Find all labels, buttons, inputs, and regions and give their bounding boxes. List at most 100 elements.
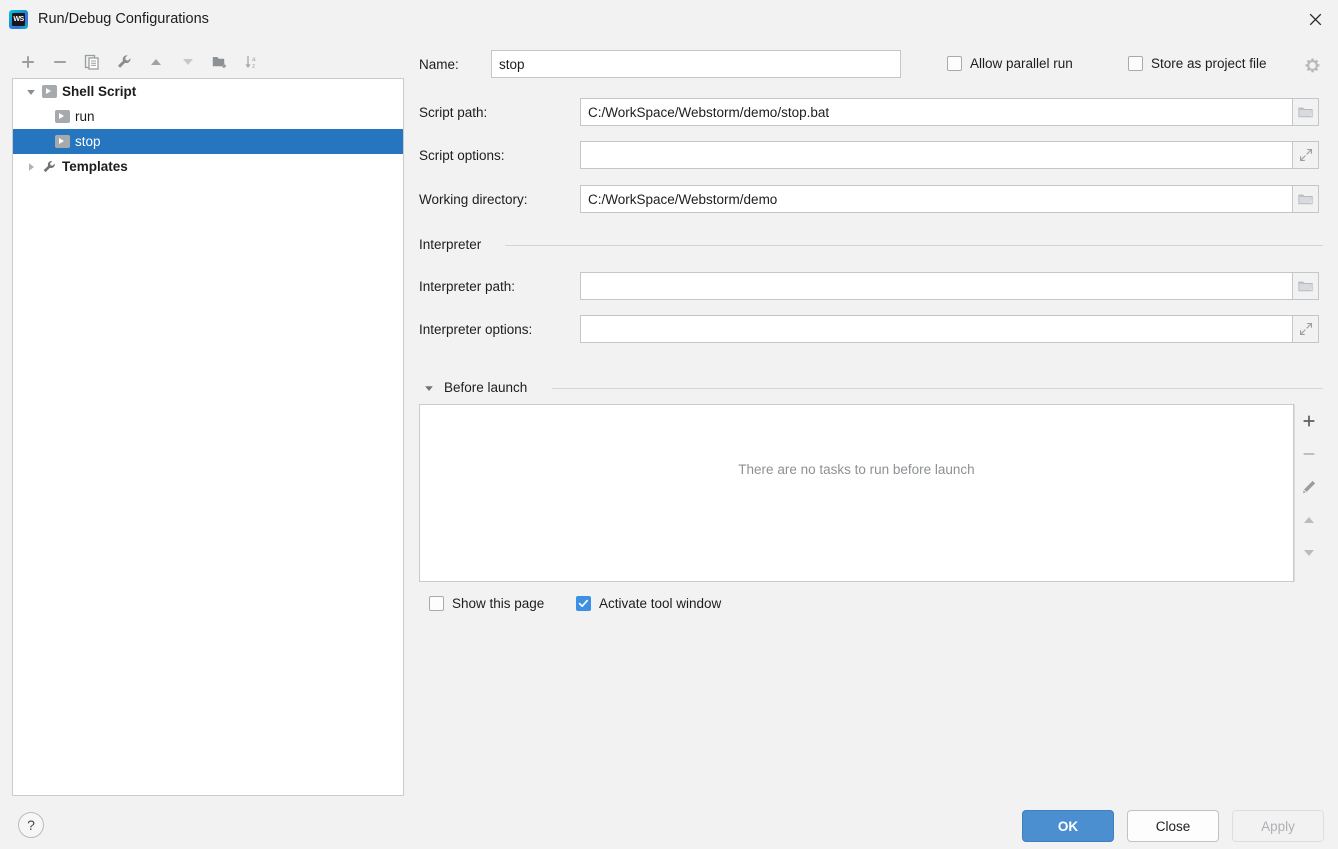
plus-icon	[1303, 415, 1315, 426]
tree-node-label: run	[75, 109, 95, 124]
interpreter-group-title: Interpreter	[419, 237, 489, 252]
close-dialog-button[interactable]: Close	[1127, 810, 1219, 842]
interpreter-path-input[interactable]	[580, 272, 1293, 300]
script-path-value: C:/WorkSpace/Webstorm/demo/stop.bat	[588, 104, 830, 120]
interpreter-path-browse-button[interactable]	[1293, 272, 1319, 300]
script-icon	[41, 84, 57, 100]
arrow-down-icon	[1304, 549, 1314, 556]
expand-icon	[1299, 149, 1312, 161]
tree-node-shell-script[interactable]: Shell Script	[13, 79, 403, 104]
pencil-icon	[1303, 480, 1316, 493]
before-launch-toolbar	[1294, 404, 1323, 582]
before-launch-collapse-toggle[interactable]	[422, 381, 436, 395]
svg-text:z: z	[252, 63, 255, 70]
allow-parallel-run-label: Allow parallel run	[970, 56, 1073, 71]
arrow-up-icon	[1304, 516, 1314, 523]
store-as-project-file-settings-button[interactable]	[1302, 55, 1322, 75]
script-options-input[interactable]	[580, 141, 1293, 169]
script-options-label: Script options:	[419, 148, 505, 163]
before-launch-title-wrap: Before launch	[444, 380, 535, 395]
move-task-up-button[interactable]	[1294, 503, 1325, 536]
tree-node-label: stop	[75, 134, 101, 149]
working-directory-label: Working directory:	[419, 192, 528, 207]
arrow-up-icon	[151, 59, 161, 65]
expand-icon	[1299, 323, 1312, 335]
store-as-project-file-checkbox[interactable]: Store as project file	[1128, 56, 1267, 71]
webstorm-logo-text: WS	[12, 13, 25, 26]
tree-node-templates[interactable]: Templates	[13, 154, 403, 179]
twisty-expanded-icon[interactable]	[21, 87, 41, 97]
copy-configuration-button[interactable]	[76, 47, 108, 77]
edit-templates-button[interactable]	[108, 47, 140, 77]
sort-configurations-button[interactable]: a z	[236, 47, 268, 77]
interpreter-group-divider	[505, 245, 1323, 246]
create-folder-button[interactable]	[204, 47, 236, 77]
script-icon	[54, 109, 70, 125]
title-bar: WS Run/Debug Configurations	[0, 0, 1338, 38]
remove-configuration-button[interactable]	[44, 47, 76, 77]
webstorm-logo-icon: WS	[9, 10, 28, 29]
ok-button[interactable]: OK	[1022, 810, 1114, 842]
checkbox-box	[947, 56, 962, 71]
add-task-button[interactable]	[1294, 404, 1325, 437]
svg-text:a: a	[252, 56, 256, 63]
interpreter-options-input[interactable]	[580, 315, 1293, 343]
working-directory-value: C:/WorkSpace/Webstorm/demo	[588, 191, 778, 207]
folder-icon	[1298, 107, 1313, 117]
script-path-browse-button[interactable]	[1293, 98, 1319, 126]
name-input-value: stop	[499, 56, 525, 72]
interpreter-options-expand-button[interactable]	[1293, 315, 1319, 343]
allow-parallel-run-checkbox[interactable]: Allow parallel run	[947, 56, 1073, 71]
working-directory-browse-button[interactable]	[1293, 185, 1319, 213]
script-options-expand-button[interactable]	[1293, 141, 1319, 169]
before-launch-empty-message: There are no tasks to run before launch	[738, 462, 975, 477]
before-launch-task-list[interactable]: There are no tasks to run before launch	[419, 404, 1294, 582]
store-as-project-file-label: Store as project file	[1151, 56, 1267, 71]
checkbox-box	[429, 596, 444, 611]
add-configuration-button[interactable]	[12, 47, 44, 77]
run-debug-configurations-dialog: WS Run/Debug Configurations a z Shell Sc…	[0, 0, 1338, 849]
wrench-icon	[118, 55, 131, 68]
tree-node-run[interactable]: run	[13, 104, 403, 129]
minus-icon	[1303, 452, 1315, 455]
folder-icon	[1298, 194, 1313, 204]
configurations-tree[interactable]: Shell Script run stop Templates	[12, 78, 404, 796]
interpreter-path-label: Interpreter path:	[419, 279, 516, 294]
folder-icon	[1298, 281, 1313, 291]
sort-alpha-icon: a z	[245, 56, 256, 70]
show-this-page-checkbox[interactable]: Show this page	[429, 596, 544, 611]
move-down-button[interactable]	[172, 47, 204, 77]
remove-task-button[interactable]	[1294, 437, 1325, 470]
copy-icon	[84, 54, 99, 70]
show-this-page-label: Show this page	[452, 596, 545, 611]
configurations-toolbar: a z	[12, 46, 404, 78]
working-directory-input[interactable]: C:/WorkSpace/Webstorm/demo	[580, 185, 1293, 213]
gear-icon	[1304, 57, 1320, 72]
plus-icon	[22, 56, 34, 68]
tree-node-stop[interactable]: stop	[13, 129, 403, 154]
tree-node-label: Templates	[62, 159, 128, 174]
arrow-down-icon	[183, 59, 193, 65]
activate-tool-window-label: Activate tool window	[599, 596, 722, 611]
minus-icon	[54, 61, 66, 63]
checkbox-box	[576, 596, 591, 611]
script-path-input[interactable]: C:/WorkSpace/Webstorm/demo/stop.bat	[580, 98, 1293, 126]
help-button[interactable]: ?	[18, 812, 44, 838]
tree-node-label: Shell Script	[62, 84, 137, 99]
wrench-icon	[41, 159, 57, 175]
close-button[interactable]	[1292, 0, 1338, 38]
apply-button: Apply	[1232, 810, 1324, 842]
folder-add-icon	[212, 57, 226, 68]
move-up-button[interactable]	[140, 47, 172, 77]
interpreter-group-label: Interpreter	[419, 237, 482, 252]
dialog-title: Run/Debug Configurations	[38, 11, 209, 27]
activate-tool-window-checkbox[interactable]: Activate tool window	[576, 596, 721, 611]
edit-task-button[interactable]	[1294, 470, 1325, 503]
name-label: Name:	[419, 57, 459, 72]
interpreter-options-label: Interpreter options:	[419, 322, 533, 337]
check-icon	[578, 599, 589, 608]
twisty-collapsed-icon[interactable]	[21, 162, 41, 172]
script-path-label: Script path:	[419, 105, 488, 120]
move-task-down-button[interactable]	[1294, 536, 1325, 569]
name-input[interactable]: stop	[491, 50, 901, 78]
